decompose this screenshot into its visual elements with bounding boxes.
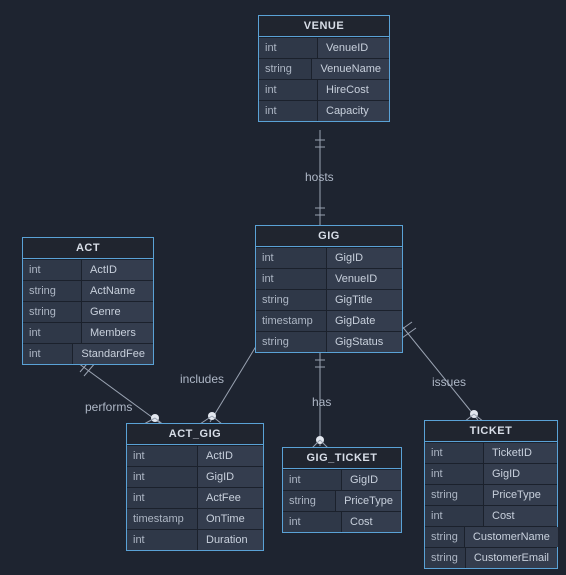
entity-title: GIG_TICKET [283, 448, 401, 469]
entity-act: ACT intActID stringActName stringGenre i… [22, 237, 154, 365]
entity-gig-ticket: GIG_TICKET intGigID stringPriceType intC… [282, 447, 402, 533]
relation-performs: performs [85, 400, 132, 414]
relation-includes: includes [180, 372, 224, 386]
entity-ticket: TICKET intTicketID intGigID stringPriceT… [424, 420, 558, 569]
relation-has: has [312, 395, 331, 409]
entity-venue: VENUE intVenueID stringVenueName intHire… [258, 15, 390, 122]
relation-hosts: hosts [305, 170, 334, 184]
entity-title: VENUE [259, 16, 389, 37]
entity-title: ACT [23, 238, 153, 259]
entity-title: TICKET [425, 421, 557, 442]
relation-issues: issues [432, 375, 466, 389]
entity-gig: GIG intGigID intVenueID stringGigTitle t… [255, 225, 403, 353]
entity-act-gig: ACT_GIG intActID intGigID intActFee time… [126, 423, 264, 551]
entity-title: ACT_GIG [127, 424, 263, 445]
entity-title: GIG [256, 226, 402, 247]
er-diagram-canvas: VENUE intVenueID stringVenueName intHire… [0, 0, 566, 575]
